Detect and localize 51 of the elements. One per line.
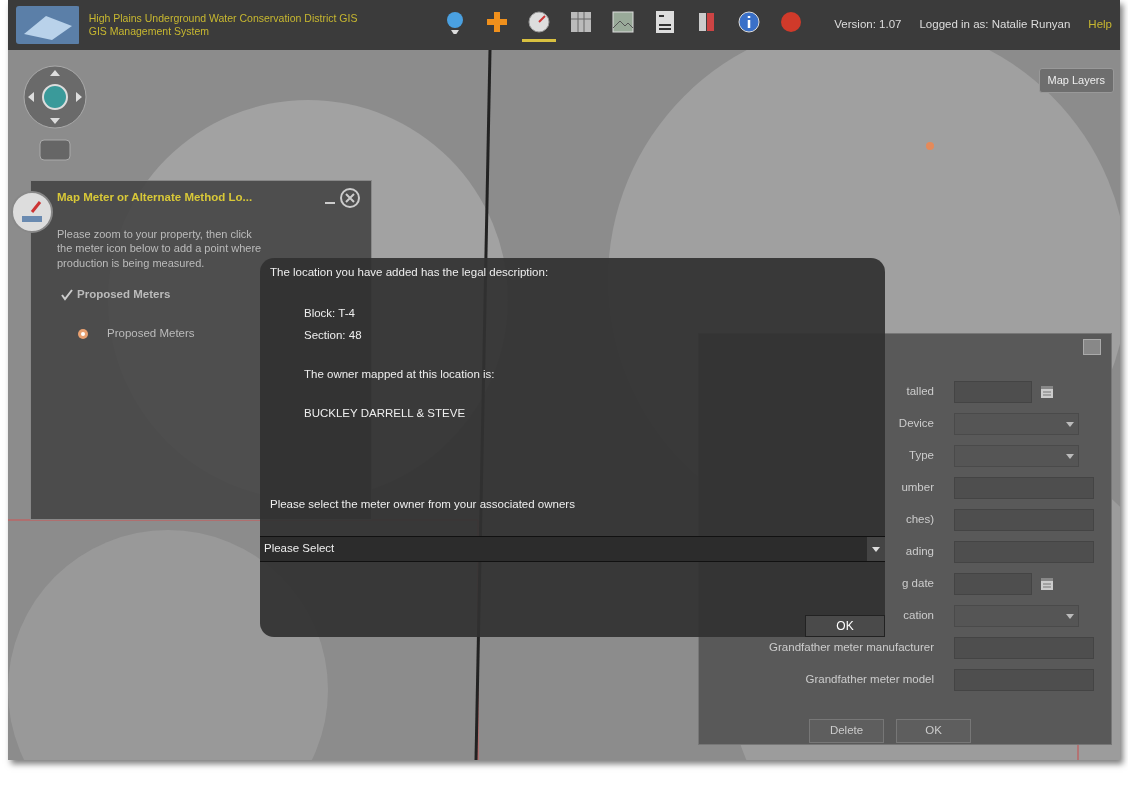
app-title: High Plains Underground Water Conservation District GIS GIS Management System xyxy=(88,11,359,39)
map-icon xyxy=(569,9,594,34)
field-label: ading xyxy=(905,544,934,560)
pan-control-icon[interactable] xyxy=(22,64,88,164)
ok-button[interactable]: OK xyxy=(805,615,885,637)
caret-icon xyxy=(1066,613,1074,619)
instructions-text: Please zoom to your property, then click the meter icon below to add a point where production is being measured. xyxy=(57,227,263,270)
field-label: g date xyxy=(902,576,934,592)
prompt-text: Please select the meter owner from your associated owners xyxy=(270,497,576,513)
plus-icon xyxy=(485,9,510,34)
panel-title: Map Meter or Alternate Method Lo... xyxy=(57,190,254,206)
caret-icon xyxy=(1066,453,1074,459)
close-icon xyxy=(339,187,361,209)
form-button[interactable]: Delete xyxy=(809,719,884,743)
stop-icon xyxy=(779,9,804,34)
meter-symbol-icon xyxy=(77,327,89,340)
toolbar-button[interactable] xyxy=(522,8,557,42)
logo-icon xyxy=(16,6,79,44)
owner-name: BUCKLEY DARRELL & STEVE xyxy=(304,406,467,421)
close-button[interactable] xyxy=(339,187,361,209)
info-icon xyxy=(737,9,762,34)
dropdown-field[interactable] xyxy=(954,445,1079,467)
field-label: umber xyxy=(901,480,934,496)
owner-intro-text: The owner mapped at this location is: xyxy=(304,366,496,382)
layer-label: Proposed Meters xyxy=(77,286,171,302)
login-text: Logged in as: Natalie Runyan xyxy=(919,17,1071,33)
dropdown-field[interactable] xyxy=(954,605,1079,627)
intro-text: The location you have added has the legal description: xyxy=(270,265,550,280)
field-label: talled xyxy=(906,384,934,400)
section-text: Section: 48 xyxy=(304,327,363,343)
calendar-icon[interactable] xyxy=(1040,577,1054,591)
minimize-icon xyxy=(325,202,335,204)
field-label: cation xyxy=(903,608,934,624)
legend-label: Proposed Meters xyxy=(107,326,195,342)
caret-icon xyxy=(1066,421,1074,427)
owner-dropdown[interactable]: Please Select xyxy=(260,535,885,562)
field-label: Grandfather meter manufacturer xyxy=(769,640,934,656)
dial-icon xyxy=(527,9,552,34)
image-icon xyxy=(611,9,636,34)
version-text: Version: 1.07 xyxy=(834,17,902,33)
field-label: Type xyxy=(909,448,934,464)
field-label: Device xyxy=(898,416,934,432)
field-label: Grandfather meter model xyxy=(805,672,934,688)
map-layers-button[interactable]: Map Layers xyxy=(1038,68,1114,93)
block-text: Block: T-4 xyxy=(304,306,356,322)
help-link[interactable]: Help xyxy=(1088,16,1112,34)
caret-icon xyxy=(867,536,885,561)
calendar-icon[interactable] xyxy=(1040,385,1054,399)
form-button[interactable]: OK xyxy=(896,719,971,743)
field-label: ches) xyxy=(905,512,934,528)
dropdown-field[interactable] xyxy=(954,413,1079,435)
